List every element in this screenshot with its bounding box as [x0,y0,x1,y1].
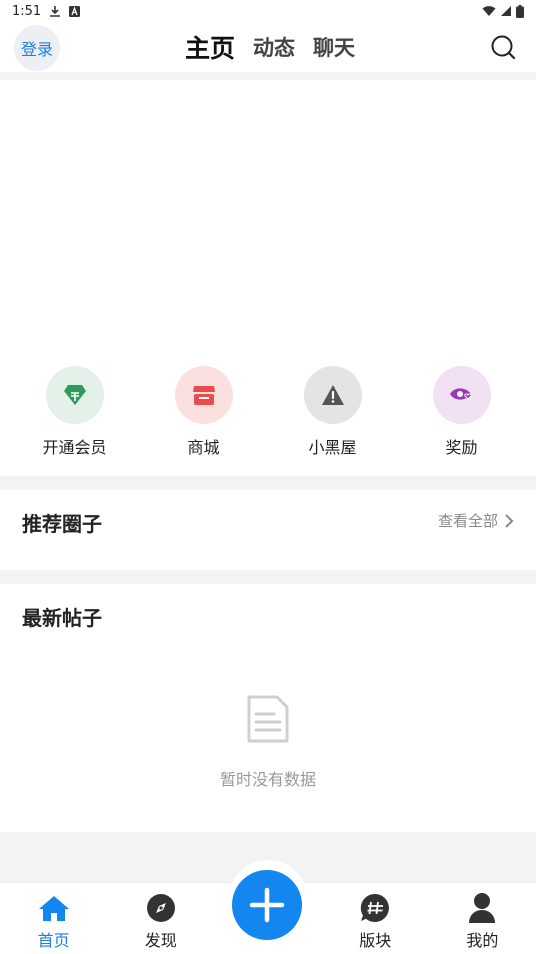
tab-feed[interactable]: 动态 [249,32,295,62]
quick-item-vip[interactable]: 开通会员 [25,366,125,476]
quick-item-blackroom[interactable]: 小黑屋 [283,366,383,476]
quick-label: 小黑屋 [308,438,357,457]
status-bar: 1:51 [0,0,536,22]
tab-home[interactable]: 主页 [181,29,235,65]
notification-a-icon [69,5,81,17]
quick-label: 商城 [187,438,220,457]
top-tabs: 主页 动态 聊天 [0,22,536,72]
banner-area [0,80,536,360]
download-icon [50,6,61,17]
tabbar-discover[interactable]: 发现 [107,883,214,954]
quick-label: 奖励 [445,438,478,457]
empty-message: 暂时没有数据 [219,770,316,789]
store-icon [192,386,215,405]
recommend-section: 推荐圈子 查看全部 [0,490,536,570]
quick-icon-bg [45,366,104,424]
diamond-icon [63,385,86,405]
status-right [482,4,524,18]
latest-section: 最新帖子 暂时没有数据 [0,584,536,832]
latest-title: 最新帖子 [22,606,102,630]
view-all-button[interactable]: 查看全部 [438,510,514,531]
tabbar-label: 发现 [144,931,177,950]
quick-icon-bg [303,366,362,424]
add-post-button[interactable] [232,870,302,940]
tabbar-label: 版块 [359,931,392,950]
quick-item-store[interactable]: 商城 [154,366,254,476]
quick-item-reward[interactable]: 奖励 [412,366,512,476]
wifi-icon [482,6,496,16]
signal-icon [501,6,511,16]
warning-icon [321,385,344,405]
tab-chat[interactable]: 聊天 [309,32,355,62]
empty-document-icon [247,695,289,743]
quick-actions: 开通会员 商城 小黑屋 奖励 [0,360,536,476]
compass-icon [144,891,178,925]
hashtag-chat-icon [358,891,392,925]
recommend-title: 推荐圈子 [22,512,102,536]
tabbar-label: 首页 [37,931,70,950]
tabbar-home[interactable]: 首页 [0,883,107,954]
status-time: 1:51 [12,3,42,19]
quick-label: 开通会员 [42,438,107,457]
search-icon[interactable] [490,34,516,60]
view-all-label: 查看全部 [437,512,498,530]
chevron-right-icon [505,513,514,528]
top-header: 登录 主页 动态 聊天 [0,22,536,72]
battery-icon [516,4,524,18]
home-icon [37,891,71,925]
tabbar-label: 我的 [466,931,499,950]
quick-icon-bg [432,366,491,424]
status-left: 1:51 [12,3,81,19]
tabbar-me[interactable]: 我的 [429,883,536,954]
person-icon [465,891,499,925]
tabbar-sections[interactable]: 版块 [322,883,429,954]
eye-heart-icon [449,388,472,400]
plus-icon [249,887,285,923]
quick-icon-bg [174,366,233,424]
